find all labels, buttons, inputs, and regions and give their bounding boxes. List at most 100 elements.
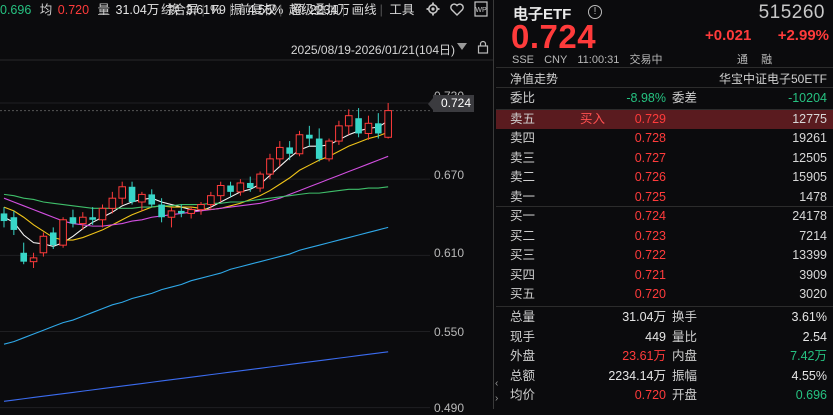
stat-row: 总额 2234.14万 振幅 4.55% — [496, 367, 833, 386]
bid-row[interactable]: 买四 0.721 3909 — [496, 266, 833, 285]
chevron-down-icon[interactable] — [457, 43, 467, 50]
candle[interactable] — [306, 125, 313, 147]
stat-row: 总量 31.04万 换手 3.61% — [496, 308, 833, 327]
stat-label: 开盘 — [672, 388, 698, 403]
menu-draw-line[interactable]: 画线 — [349, 3, 380, 17]
stat-row: 外盘 23.61万 内盘 7.42万 — [496, 347, 833, 366]
stat-value: 2.54 — [802, 329, 827, 344]
bid-level-label: 买二 — [510, 228, 536, 243]
date-range-selector[interactable]: 2025/08/19-2026/01/21(104日) — [291, 41, 455, 58]
stat-row: 现手 449 量比 2.54 — [496, 328, 833, 347]
buy-marker: 买入 — [580, 112, 606, 126]
bid-row[interactable]: 买二 0.723 7214 — [496, 227, 833, 246]
candle[interactable] — [276, 141, 284, 167]
time-label: 11:00:31 — [577, 54, 620, 66]
kline-chart[interactable] — [0, 0, 493, 409]
bid-row[interactable]: 买五 0.720 3020 — [496, 285, 833, 304]
candle[interactable] — [364, 115, 373, 140]
ask-row[interactable]: 卖五 买入 0.729 12775 — [496, 110, 833, 130]
ask-row[interactable]: 卖四 0.728 19261 — [496, 129, 833, 148]
bid-level-label: 买四 — [510, 267, 536, 282]
candle[interactable] — [286, 141, 293, 161]
stat-label: 均价 — [510, 388, 536, 403]
info-icon[interactable]: ! — [588, 5, 602, 19]
candle[interactable] — [69, 209, 77, 228]
candle[interactable] — [128, 181, 136, 205]
stat-label: 总量 — [510, 310, 536, 324]
candle[interactable] — [216, 181, 225, 203]
candle[interactable] — [266, 153, 274, 180]
ask-row[interactable]: 卖三 0.727 12505 — [496, 149, 833, 168]
menu-f9[interactable]: F9 — [208, 3, 229, 17]
volume-value: 31.04万 — [115, 3, 160, 17]
bid-volume: 3909 — [799, 267, 827, 282]
tracking-index-name[interactable]: 华宝中证电子50ETF — [719, 70, 827, 87]
candle[interactable] — [295, 130, 304, 157]
ask-level-label: 卖四 — [510, 131, 536, 146]
price-change: +0.021 — [705, 27, 752, 44]
nav-trend-link[interactable]: 净值走势 — [510, 70, 558, 87]
candle[interactable] — [315, 128, 323, 162]
ask-row[interactable]: 卖一 0.725 1478 — [496, 188, 833, 207]
candle[interactable] — [167, 207, 176, 228]
nav-trend-row[interactable]: 净值走势 华宝中证电子50ETF — [496, 67, 833, 88]
menu-tools[interactable]: 工具 — [386, 3, 417, 17]
avg-value: 0.720 — [57, 3, 90, 17]
bid-price[interactable]: 0.723 — [616, 227, 666, 246]
candle[interactable] — [335, 120, 343, 145]
wp-icon[interactable]: WP — [472, 0, 490, 18]
stat-label: 量比 — [672, 329, 698, 344]
candle[interactable] — [148, 189, 156, 208]
ask-price[interactable]: 0.725 — [616, 188, 666, 207]
ask-price[interactable]: 0.727 — [616, 149, 666, 168]
stat-label: 现手 — [510, 329, 536, 344]
stat-value: 23.61万 — [622, 349, 666, 364]
gear-icon[interactable] — [424, 0, 442, 18]
candle[interactable] — [138, 191, 146, 211]
price-change-percent: +2.99% — [777, 27, 829, 44]
ask-row[interactable]: 卖二 0.726 15905 — [496, 168, 833, 187]
candle[interactable] — [10, 210, 18, 236]
candle[interactable] — [384, 103, 392, 139]
candle[interactable] — [39, 232, 48, 257]
y-tick-label: 0.610 — [434, 246, 465, 260]
candle[interactable] — [20, 242, 27, 265]
candle[interactable] — [158, 198, 165, 223]
lock-icon[interactable] — [474, 38, 492, 56]
ask-price[interactable]: 0.729 — [616, 110, 666, 129]
bid-price[interactable]: 0.724 — [616, 207, 666, 226]
bid-price[interactable]: 0.722 — [616, 246, 666, 265]
bid-price[interactable]: 0.721 — [616, 266, 666, 285]
menu-super-overlay[interactable]: 超级叠加 — [286, 3, 342, 17]
kline-chart-panel[interactable]: 0.696 均 0.720 量 31.04万 换 3.61% 振 4.55% 额… — [0, 0, 493, 415]
ma-line-ma120 — [3, 351, 389, 402]
candle[interactable] — [118, 181, 127, 205]
candle[interactable] — [207, 191, 215, 210]
candle[interactable] — [256, 171, 264, 192]
candle[interactable] — [59, 217, 67, 248]
candle[interactable] — [0, 207, 8, 228]
bid-price[interactable]: 0.720 — [616, 285, 666, 304]
ask-price[interactable]: 0.726 — [616, 168, 666, 187]
bid-volume: 3020 — [799, 287, 827, 302]
heart-icon[interactable] — [448, 0, 466, 18]
margin-flag: 融 — [761, 54, 773, 66]
bid-level-label: 买三 — [510, 248, 536, 263]
menu-forward-adjust[interactable]: 前复权 — [236, 3, 280, 17]
candle[interactable] — [227, 181, 234, 197]
bid-row[interactable]: 买一 0.724 24178 — [496, 207, 833, 226]
quote-panel: 电子ETF ! 515260 0.724 +0.021 +2.99% SSE C… — [496, 0, 833, 409]
ask-price[interactable]: 0.728 — [616, 129, 666, 148]
candle[interactable] — [325, 138, 333, 162]
candle[interactable] — [355, 108, 362, 138]
stat-label: 内盘 — [672, 349, 698, 364]
stat-value: 0.720 — [634, 388, 666, 403]
candle[interactable] — [344, 109, 353, 135]
candle[interactable] — [98, 204, 107, 228]
candle[interactable] — [89, 207, 96, 225]
chart-toolbar: 综合屏 | F9 | 前复权 | 超级叠加 | 画线 | 工具 — [158, 0, 417, 20]
bid-row[interactable]: 买三 0.722 13399 — [496, 246, 833, 265]
menu-comprehensive[interactable]: 综合屏 — [158, 3, 202, 17]
panel-divider[interactable] — [493, 0, 494, 409]
commission-diff-value: -10204 — [788, 91, 827, 105]
